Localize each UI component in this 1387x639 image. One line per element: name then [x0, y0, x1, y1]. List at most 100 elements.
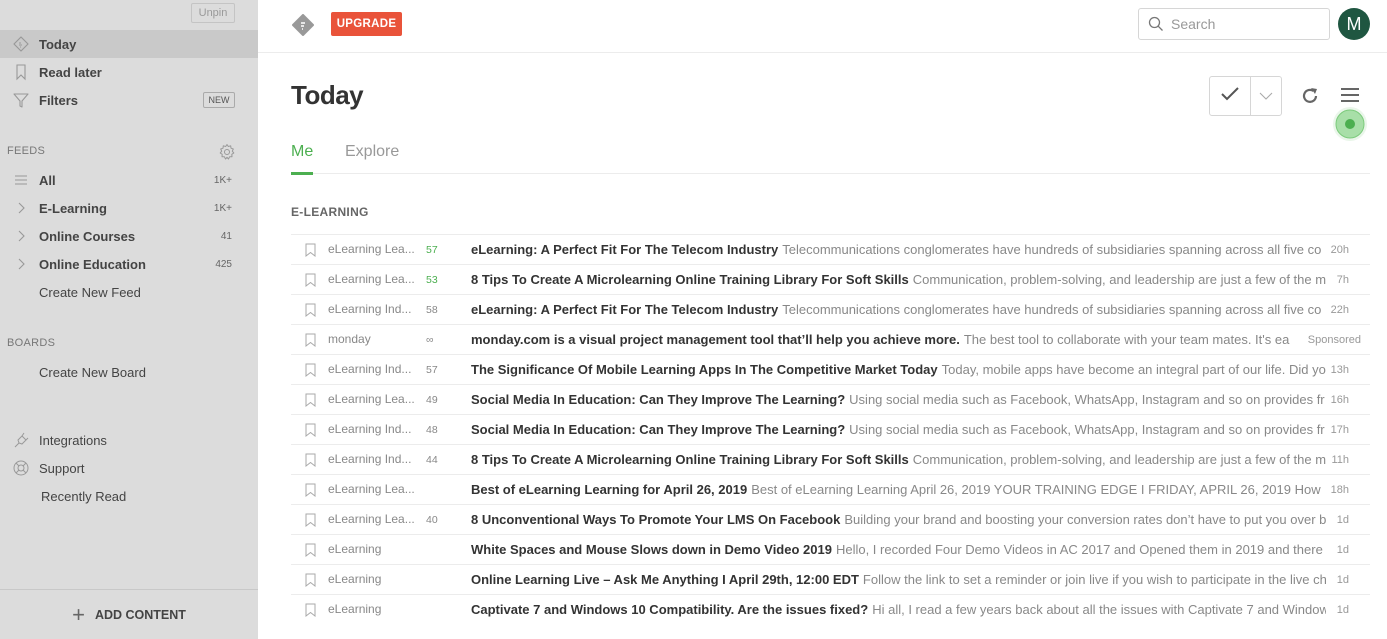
article-content[interactable]: Social Media In Education: Can They Impr… [471, 422, 1326, 437]
bookmark-icon[interactable] [305, 483, 316, 498]
article-row[interactable]: eLearning Lea... 53 8 Tips To Create A M… [291, 264, 1370, 294]
article-row[interactable]: eLearning Ind... 44 8 Tips To Create A M… [291, 444, 1370, 474]
create-new-board-link[interactable]: Create New Board [0, 358, 258, 386]
article-age: 11h [1331, 454, 1349, 466]
article-source[interactable]: eLearning [328, 542, 420, 556]
bookmark-icon[interactable] [305, 393, 316, 408]
article-row[interactable]: eLearning Ind... 57 The Significance Of … [291, 354, 1370, 384]
article-row[interactable]: eLearning Ind... 58 eLearning: A Perfect… [291, 294, 1370, 324]
bookmark-icon[interactable] [305, 423, 316, 438]
create-new-feed-link[interactable]: Create New Feed [0, 278, 258, 306]
article-row[interactable]: eLearning Captivate 7 and Windows 10 Com… [291, 594, 1370, 624]
feed-item-all[interactable]: All 1K+ [0, 166, 258, 194]
article-title[interactable]: Social Media In Education: Can They Impr… [471, 392, 845, 407]
article-content[interactable]: Best of eLearning Learning for April 26,… [471, 482, 1326, 497]
article-content[interactable]: monday.com is a visual project managemen… [471, 332, 1326, 347]
feed-item-online-courses[interactable]: Online Courses 41 [0, 222, 258, 250]
refresh-icon[interactable] [1299, 85, 1321, 107]
tab-explore[interactable]: Explore [345, 143, 399, 161]
avatar[interactable]: M [1338, 8, 1370, 40]
article-content[interactable]: 8 Tips To Create A Microlearning Online … [471, 452, 1326, 467]
chevron-right-icon[interactable] [12, 199, 30, 217]
article-source[interactable]: eLearning [328, 572, 420, 586]
mark-read-options-dropdown[interactable] [1251, 77, 1281, 115]
feed-item-online-education[interactable]: Online Education 425 [0, 250, 258, 278]
article-row[interactable]: eLearning White Spaces and Mouse Slows d… [291, 534, 1370, 564]
bookmark-icon[interactable] [305, 453, 316, 468]
article-age: 13h [1330, 364, 1349, 376]
article-title[interactable]: The Significance Of Mobile Learning Apps… [471, 362, 938, 377]
article-content[interactable]: eLearning: A Perfect Fit For The Telecom… [471, 302, 1326, 317]
article-source[interactable]: eLearning Lea... [328, 242, 420, 256]
article-content[interactable]: 8 Tips To Create A Microlearning Online … [471, 272, 1326, 287]
article-title[interactable]: Captivate 7 and Windows 10 Compatibility… [471, 602, 868, 617]
article-title[interactable]: eLearning: A Perfect Fit For The Telecom… [471, 242, 778, 257]
article-row[interactable]: eLearning Online Learning Live – Ask Me … [291, 564, 1370, 594]
chevron-right-icon[interactable] [12, 227, 30, 245]
article-title[interactable]: 8 Tips To Create A Microlearning Online … [471, 452, 909, 467]
article-source[interactable]: eLearning Ind... [328, 422, 420, 436]
article-title[interactable]: 8 Tips To Create A Microlearning Online … [471, 272, 909, 287]
article-title[interactable]: Social Media In Education: Can They Impr… [471, 422, 845, 437]
article-content[interactable]: Captivate 7 and Windows 10 Compatibility… [471, 602, 1326, 617]
article-title[interactable]: White Spaces and Mouse Slows down in Dem… [471, 542, 832, 557]
bookmark-icon[interactable] [305, 273, 316, 288]
article-source[interactable]: eLearning Lea... [328, 272, 420, 286]
article-row[interactable]: eLearning Ind... 48 Social Media In Educ… [291, 414, 1370, 444]
tab-me[interactable]: Me [291, 143, 314, 175]
sidebar-item-read-later[interactable]: Read later [0, 58, 258, 86]
status-pulse-icon[interactable] [1332, 106, 1368, 142]
article-title[interactable]: 8 Unconventional Ways To Promote Your LM… [471, 512, 840, 527]
article-content[interactable]: eLearning: A Perfect Fit For The Telecom… [471, 242, 1326, 257]
sidebar-item-today[interactable]: Today [0, 30, 258, 58]
article-row[interactable]: eLearning Lea... 49 Social Media In Educ… [291, 384, 1370, 414]
search-input[interactable] [1171, 16, 1321, 32]
article-title[interactable]: Best of eLearning Learning for April 26,… [471, 482, 747, 497]
article-snippet: Hello, I recorded Four Demo Videos in AC… [835, 542, 1326, 557]
upgrade-button[interactable]: UPGRADE [331, 12, 402, 36]
article-source[interactable]: monday [328, 332, 420, 346]
article-source[interactable]: eLearning Lea... [328, 512, 420, 526]
bookmark-icon[interactable] [305, 363, 316, 378]
article-row[interactable]: eLearning Lea... 57 eLearning: A Perfect… [291, 234, 1370, 264]
feedly-logo-icon[interactable] [292, 14, 314, 36]
bookmark-icon[interactable] [305, 543, 316, 558]
article-row[interactable]: monday ∞ monday.com is a visual project … [291, 324, 1370, 354]
sidebar-item-integrations[interactable]: Integrations [0, 426, 258, 454]
article-source[interactable]: eLearning Ind... [328, 362, 420, 376]
article-row[interactable]: eLearning Lea... Best of eLearning Learn… [291, 474, 1370, 504]
article-content[interactable]: 8 Unconventional Ways To Promote Your LM… [471, 512, 1326, 527]
feed-item-e-learning[interactable]: E-Learning 1K+ [0, 194, 258, 222]
sidebar-item-recently-read[interactable]: Recently Read [0, 482, 258, 510]
search-box[interactable] [1138, 8, 1330, 40]
article-title[interactable]: monday.com is a visual project managemen… [471, 332, 960, 347]
bookmark-icon[interactable] [305, 333, 316, 348]
bookmark-icon[interactable] [305, 303, 316, 318]
article-title[interactable]: eLearning: A Perfect Fit For The Telecom… [471, 302, 778, 317]
article-row[interactable]: eLearning Lea... 40 8 Unconventional Way… [291, 504, 1370, 534]
hamburger-menu-icon[interactable] [1340, 86, 1360, 104]
mark-as-read-button[interactable] [1210, 77, 1252, 115]
article-source[interactable]: eLearning Ind... [328, 302, 420, 316]
bookmark-icon[interactable] [305, 573, 316, 588]
add-content-label: ADD CONTENT [94, 607, 186, 622]
bookmark-icon[interactable] [305, 243, 316, 258]
article-source[interactable]: eLearning Lea... [328, 392, 420, 406]
feed-label: All [39, 172, 56, 188]
article-content[interactable]: The Significance Of Mobile Learning Apps… [471, 362, 1326, 377]
sidebar-item-support[interactable]: Support [0, 454, 258, 482]
sidebar-item-filters[interactable]: Filters NEW [0, 86, 258, 114]
article-content[interactable]: Online Learning Live – Ask Me Anything I… [471, 572, 1326, 587]
article-source[interactable]: eLearning Ind... [328, 452, 420, 466]
add-content-button[interactable]: + ADD CONTENT [0, 589, 258, 639]
gear-icon[interactable] [218, 143, 236, 161]
chevron-right-icon[interactable] [12, 255, 30, 273]
bookmark-icon[interactable] [305, 603, 316, 618]
article-content[interactable]: White Spaces and Mouse Slows down in Dem… [471, 542, 1326, 557]
article-content[interactable]: Social Media In Education: Can They Impr… [471, 392, 1326, 407]
article-title[interactable]: Online Learning Live – Ask Me Anything I… [471, 572, 859, 587]
article-source[interactable]: eLearning [328, 602, 420, 616]
unpin-button[interactable]: Unpin [191, 3, 235, 23]
article-source[interactable]: eLearning Lea... [328, 482, 420, 496]
bookmark-icon[interactable] [305, 513, 316, 528]
